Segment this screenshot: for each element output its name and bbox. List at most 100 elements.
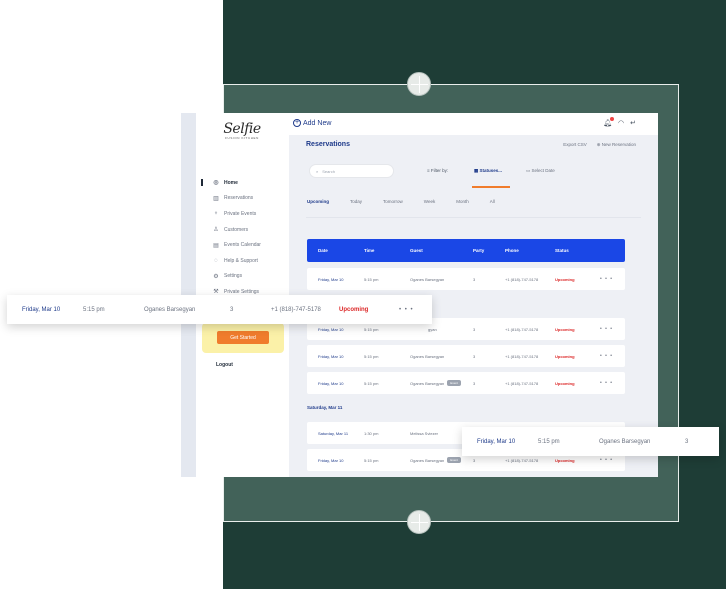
sidebar-item-events-calendar[interactable]: ▤ Events Calendar — [196, 237, 289, 253]
more-icon[interactable]: • • • — [600, 268, 613, 290]
sidebar-item-help-support[interactable]: ◌ Help & Support — [196, 253, 289, 269]
row-party: 3 — [473, 353, 476, 359]
status-badge: Upcoming — [339, 306, 369, 313]
statuses-dropdown[interactable]: ▦ Statuses... — [474, 168, 502, 174]
row-guest: Oganes Barsegyan Event — [410, 372, 461, 394]
add-new-button[interactable]: + Add New — [293, 119, 331, 127]
table-header: Date Time Guest Party Phone Status — [307, 239, 625, 262]
row-party: 3 — [473, 380, 476, 386]
sidebar-item-reservations[interactable]: ▥ Reservations — [196, 191, 289, 207]
stage: Selfie FUSION KITCHEN ◎ Home ▥ Reservation… — [0, 0, 726, 589]
event-tag: Event — [447, 380, 461, 386]
home-icon: ◎ — [213, 180, 219, 187]
new-reservation-button[interactable]: ⊕ New Reservation — [597, 142, 636, 148]
tab-all[interactable]: All — [490, 199, 495, 204]
table-icon: ▥ — [213, 195, 219, 202]
row-guest-name: Oganes Barsegyan — [410, 380, 445, 386]
row-time: 5:15 pm — [538, 438, 560, 445]
plus-icon[interactable] — [407, 510, 431, 534]
row-party: 3 — [685, 438, 689, 445]
statuses-underline — [472, 186, 510, 188]
sidebar-item-label: Private Events — [224, 210, 257, 217]
tab-upcoming[interactable]: Upcoming — [307, 199, 329, 204]
row-guest: Oganes Barsegyan — [144, 306, 196, 313]
tab-week[interactable]: Week — [424, 199, 435, 204]
headset-icon[interactable]: ◠ — [618, 119, 624, 127]
sidebar-item-label: Settings — [224, 273, 243, 280]
toolbar: ⌕ Search ≡ Filter by: ▦ Statuses... ▭ Sel… — [306, 162, 636, 188]
search-input[interactable]: ⌕ Search — [309, 164, 394, 178]
help-icon: ◌ — [214, 257, 218, 264]
user-icon: ♙ — [213, 227, 219, 234]
column-header-phone[interactable]: Phone — [505, 239, 519, 262]
row-time: 5:15 pm — [364, 353, 379, 359]
promo-card: Get Started — [202, 323, 284, 353]
sidebar-item-label: Home — [224, 179, 238, 186]
row-guest: Oganes Barsegyan Event — [410, 449, 461, 471]
more-icon[interactable]: • • • — [600, 372, 613, 394]
row-guest: Oganes Barsegyan — [599, 438, 651, 445]
sidebar-item-label: Events Calendar — [224, 242, 261, 249]
filter-by-label: Filter by: — [430, 168, 449, 173]
sidebar-item-label: Reservations — [224, 195, 254, 202]
more-icon[interactable]: • • • — [600, 318, 613, 340]
table-row[interactable]: Friday, Mar 10 5:15 pm Oganes Barsegyan … — [307, 345, 625, 367]
column-header-party[interactable]: Party — [473, 239, 484, 262]
sidebar-item-private-events[interactable]: ♆ Private Events — [196, 206, 289, 222]
row-phone: +1 (818)-747-5178 — [505, 326, 539, 332]
plus-icon[interactable] — [407, 72, 431, 96]
row-guest: Oganes Barsegyan — [410, 353, 445, 359]
logout-button[interactable]: Logout — [216, 362, 233, 368]
column-header-date[interactable]: Date — [318, 239, 328, 262]
bell-icon[interactable]: 🔔︎ — [603, 117, 615, 127]
sidebar-item-label: Customers — [224, 226, 249, 233]
sidebar-item-home[interactable]: ◎ Home — [196, 175, 289, 191]
tab-today[interactable]: Today — [350, 199, 362, 204]
table-row[interactable]: Friday, Mar 10 5:15 pm Oganes Barsegyan … — [307, 268, 625, 290]
tab-month[interactable]: Month — [456, 199, 469, 204]
group-label: Saturday, Mar 11 — [307, 405, 343, 410]
row-phone: +1 (818)-747-5178 — [505, 276, 539, 282]
row-time: 5:15 pm — [364, 457, 379, 463]
floating-row-card[interactable]: Friday, Mar 10 5:15 pm Oganes Barsegyan … — [462, 427, 719, 456]
add-new-label: Add New — [303, 119, 332, 127]
row-guest-name: Oganes Barsegyan — [410, 457, 445, 463]
search-placeholder: Search — [322, 168, 335, 174]
sidebar-item-settings[interactable]: ⚙ Settings — [196, 269, 289, 285]
plus-circle-icon: + — [293, 119, 301, 127]
settings-icon: ⚙ — [213, 273, 219, 280]
column-header-time[interactable]: Time — [364, 239, 374, 262]
column-header-status[interactable]: Status — [555, 239, 569, 262]
sidebar-item-customers[interactable]: ♙ Customers — [196, 222, 289, 238]
brand-logo: Selfie FUSION KITCHEN — [214, 121, 270, 140]
select-date-button[interactable]: ▭ Select Date — [526, 168, 555, 174]
tabs: Upcoming Today Tomorrow Week Month All — [307, 199, 516, 204]
logout-arrow-icon[interactable]: ↵ — [630, 119, 636, 127]
row-party: 3 — [230, 306, 234, 313]
row-date: Friday, Mar 10 — [318, 457, 344, 463]
more-icon[interactable]: • • • — [600, 345, 613, 367]
get-started-button[interactable]: Get Started — [217, 331, 269, 344]
more-icon[interactable]: • • • — [399, 295, 414, 324]
row-date: Friday, Mar 10 — [477, 438, 516, 445]
tab-tomorrow[interactable]: Tomorrow — [383, 199, 403, 204]
row-party: 3 — [473, 326, 476, 332]
filter-by[interactable]: ≡ Filter by: — [427, 168, 448, 173]
row-date: Saturday, Mar 11 — [318, 430, 349, 436]
row-date: Friday, Mar 10 — [318, 276, 344, 282]
row-phone: +1 (818)-747-5178 — [505, 380, 539, 386]
table-row[interactable]: Friday, Mar 10 5:15 pm Oganes Barsegyan E… — [307, 372, 625, 394]
row-time: 5:15 pm — [83, 306, 105, 313]
floating-row-card[interactable]: Friday, Mar 10 5:15 pm Oganes Barsegyan … — [7, 295, 432, 324]
export-csv-button[interactable]: Export CSV — [563, 142, 587, 148]
notification-dot — [610, 117, 615, 121]
row-guest: Melissa Sviezer — [410, 430, 439, 436]
calendar-icon: ▤ — [213, 242, 219, 249]
select-date-label: Select Date — [531, 168, 555, 173]
new-reservation-label: New Reservation — [601, 142, 636, 147]
topbar: + Add New 🔔︎ ◠ ↵ — [289, 113, 658, 135]
column-header-guest[interactable]: Guest — [410, 239, 423, 262]
glasses-icon: ♆ — [213, 210, 219, 217]
status-badge: Upcoming — [555, 276, 575, 282]
status-badge: Upcoming — [555, 326, 575, 332]
